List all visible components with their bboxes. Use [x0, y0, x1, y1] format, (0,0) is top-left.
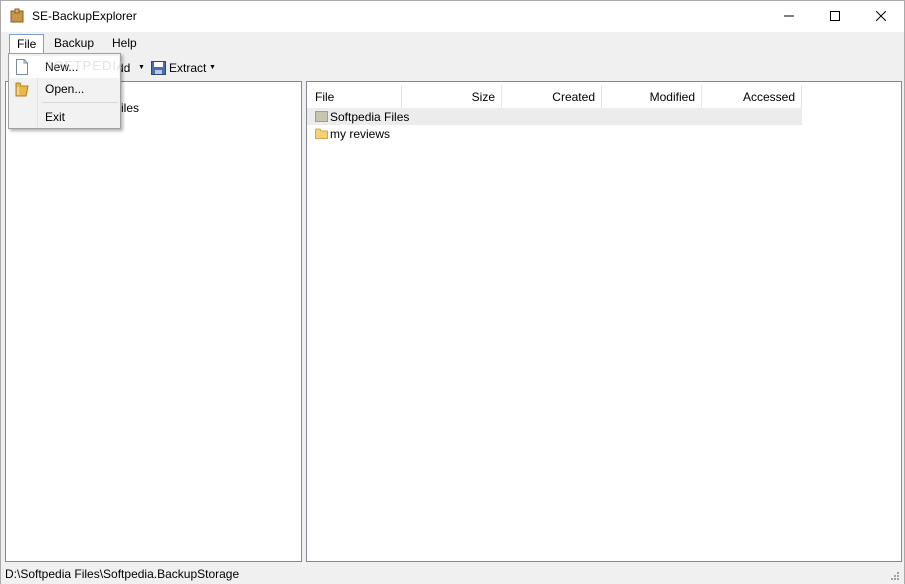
extract-button[interactable]: Extract — [169, 61, 206, 75]
minimize-icon — [784, 15, 794, 17]
column-header-modified[interactable]: Modified — [602, 85, 702, 108]
maximize-icon — [830, 11, 840, 21]
list-item-name: Softpedia Files — [330, 110, 410, 124]
menu-item-open[interactable]: Open... — [10, 78, 119, 100]
tree-node-label[interactable]: iles — [121, 101, 139, 115]
column-header-size[interactable]: Size — [402, 85, 502, 108]
app-icon — [10, 8, 24, 23]
menu-help[interactable]: Help — [105, 34, 144, 54]
status-path: D:\Softpedia Files\Softpedia.BackupStora… — [5, 567, 240, 581]
minimize-button[interactable] — [766, 1, 812, 31]
menu-item-exit[interactable]: Exit — [10, 106, 119, 128]
save-icon — [151, 61, 166, 75]
open-folder-icon — [15, 82, 29, 97]
column-header-created[interactable]: Created — [502, 85, 602, 108]
menu-item-open-label: Open... — [45, 82, 85, 96]
menu-bar: File Backup Help — [1, 32, 904, 54]
menu-file[interactable]: File — [9, 34, 45, 54]
menu-item-new-label: New... — [45, 60, 79, 74]
list-item-name: my reviews — [330, 127, 391, 141]
main-window: SE-BackupExplorer File Backup Help dd ▼ … — [0, 0, 905, 584]
file-list[interactable]: File Size Created Modified Accessed Soft… — [306, 81, 902, 562]
folder-icon — [315, 128, 328, 139]
menu-item-new[interactable]: New... — [10, 56, 119, 78]
file-dropdown-menu: New... Open... Exit — [8, 53, 121, 129]
list-item[interactable]: Softpedia Files — [307, 108, 802, 125]
resize-grip-icon[interactable] — [890, 571, 900, 581]
menu-separator — [42, 102, 118, 103]
add-dropdown-arrow-icon[interactable]: ▼ — [138, 64, 145, 71]
list-header: File Size Created Modified Accessed — [307, 85, 802, 108]
window-title: SE-BackupExplorer — [32, 9, 137, 23]
column-header-file[interactable]: File — [307, 85, 402, 108]
menu-item-exit-label: Exit — [45, 110, 66, 124]
close-icon — [876, 11, 886, 21]
new-document-icon — [16, 59, 28, 75]
column-header-accessed[interactable]: Accessed — [702, 85, 802, 108]
status-bar: D:\Softpedia Files\Softpedia.BackupStora… — [1, 564, 904, 584]
menu-backup[interactable]: Backup — [47, 34, 101, 54]
close-button[interactable] — [858, 1, 904, 31]
title-bar: SE-BackupExplorer — [1, 1, 904, 32]
maximize-button[interactable] — [812, 1, 858, 31]
folder-tree[interactable]: iles — [5, 81, 302, 562]
generic-folder-icon — [315, 111, 328, 122]
toolbar: dd ▼ Extract ▼ — [1, 55, 904, 80]
extract-dropdown-arrow-icon[interactable]: ▼ — [209, 64, 216, 71]
list-item[interactable]: my reviews — [307, 125, 802, 142]
